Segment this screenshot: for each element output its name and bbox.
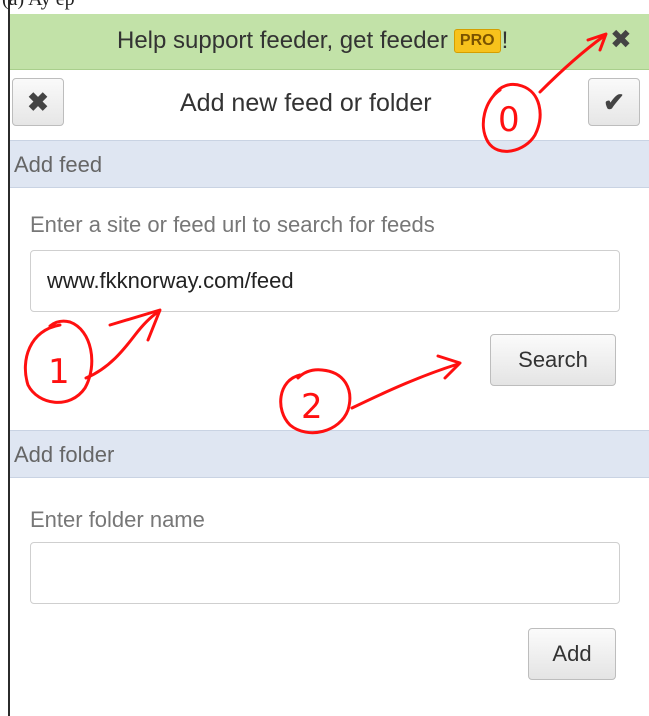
add-folder-section-header: Add folder bbox=[10, 430, 649, 478]
promo-text: Help support feeder, get feeder PRO! bbox=[117, 27, 508, 55]
cropped-top-text: (a) Ay ep bbox=[0, 0, 140, 12]
close-promo-icon[interactable]: ✖ bbox=[610, 24, 632, 55]
search-button[interactable]: Search bbox=[490, 334, 616, 386]
promo-banner[interactable]: Help support feeder, get feeder PRO! ✖ bbox=[10, 14, 649, 70]
add-feed-heading: Add feed bbox=[14, 152, 103, 177]
promo-message: Help support feeder, get feeder bbox=[117, 27, 448, 54]
dialog-title: Add new feed or folder bbox=[180, 89, 432, 117]
add-folder-button[interactable]: Add bbox=[528, 628, 616, 680]
feed-url-label: Enter a site or feed url to search for f… bbox=[30, 212, 435, 237]
confirm-button[interactable]: ✔ bbox=[588, 78, 640, 126]
add-feed-section-header: Add feed bbox=[10, 140, 649, 188]
dialog-header: ✖ Add new feed or folder ✔ bbox=[10, 72, 649, 138]
promo-exclamation: ! bbox=[501, 27, 509, 54]
feed-url-input[interactable] bbox=[30, 250, 620, 312]
cancel-button[interactable]: ✖ bbox=[12, 78, 64, 126]
folder-name-label: Enter folder name bbox=[30, 507, 205, 532]
pro-badge[interactable]: PRO bbox=[453, 29, 501, 53]
add-folder-heading: Add folder bbox=[14, 442, 115, 467]
folder-name-input[interactable] bbox=[30, 542, 620, 604]
